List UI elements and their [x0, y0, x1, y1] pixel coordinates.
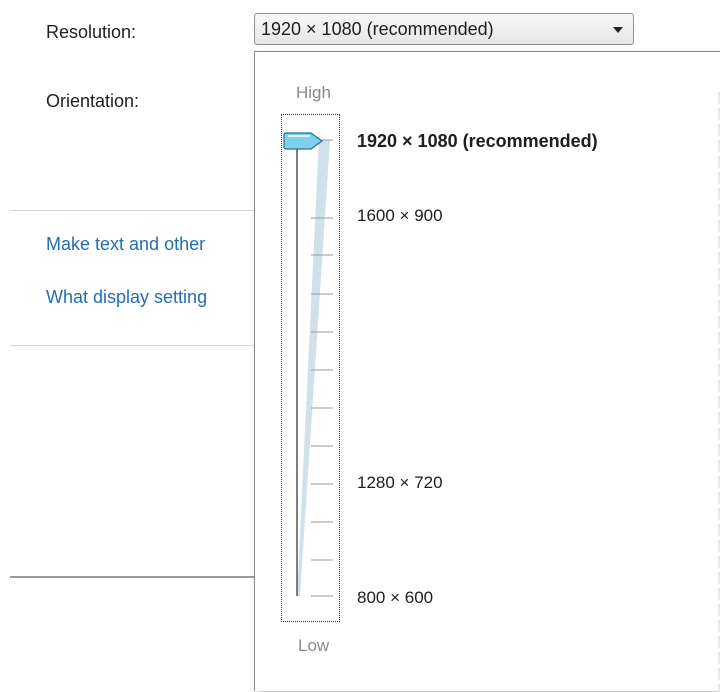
slider-low-label: Low	[298, 636, 330, 655]
resolution-label: Resolution:	[46, 22, 137, 42]
display-settings-help-link[interactable]: What display setting	[46, 287, 207, 308]
make-text-larger-link[interactable]: Make text and other	[46, 234, 205, 255]
divider	[10, 210, 258, 211]
resolution-dropdown[interactable]: 1920 × 1080 (recommended)	[254, 13, 634, 45]
resolution-option[interactable]: 800 × 600	[357, 588, 433, 608]
slider-wedge	[297, 140, 330, 596]
resolution-option[interactable]: 1600 × 900	[357, 206, 443, 226]
chevron-down-icon[interactable]	[613, 27, 623, 33]
resolution-dropdown-value: 1920 × 1080 (recommended)	[261, 19, 494, 39]
panel-bottom-edge	[10, 576, 258, 578]
orientation-label: Orientation:	[46, 91, 140, 111]
resolution-slider[interactable]	[281, 114, 341, 624]
slider-high-label: High	[296, 83, 331, 102]
resolution-option[interactable]: 1280 × 720	[357, 473, 443, 493]
resolution-option[interactable]: 1920 × 1080 (recommended)	[357, 131, 598, 152]
divider	[10, 345, 258, 346]
